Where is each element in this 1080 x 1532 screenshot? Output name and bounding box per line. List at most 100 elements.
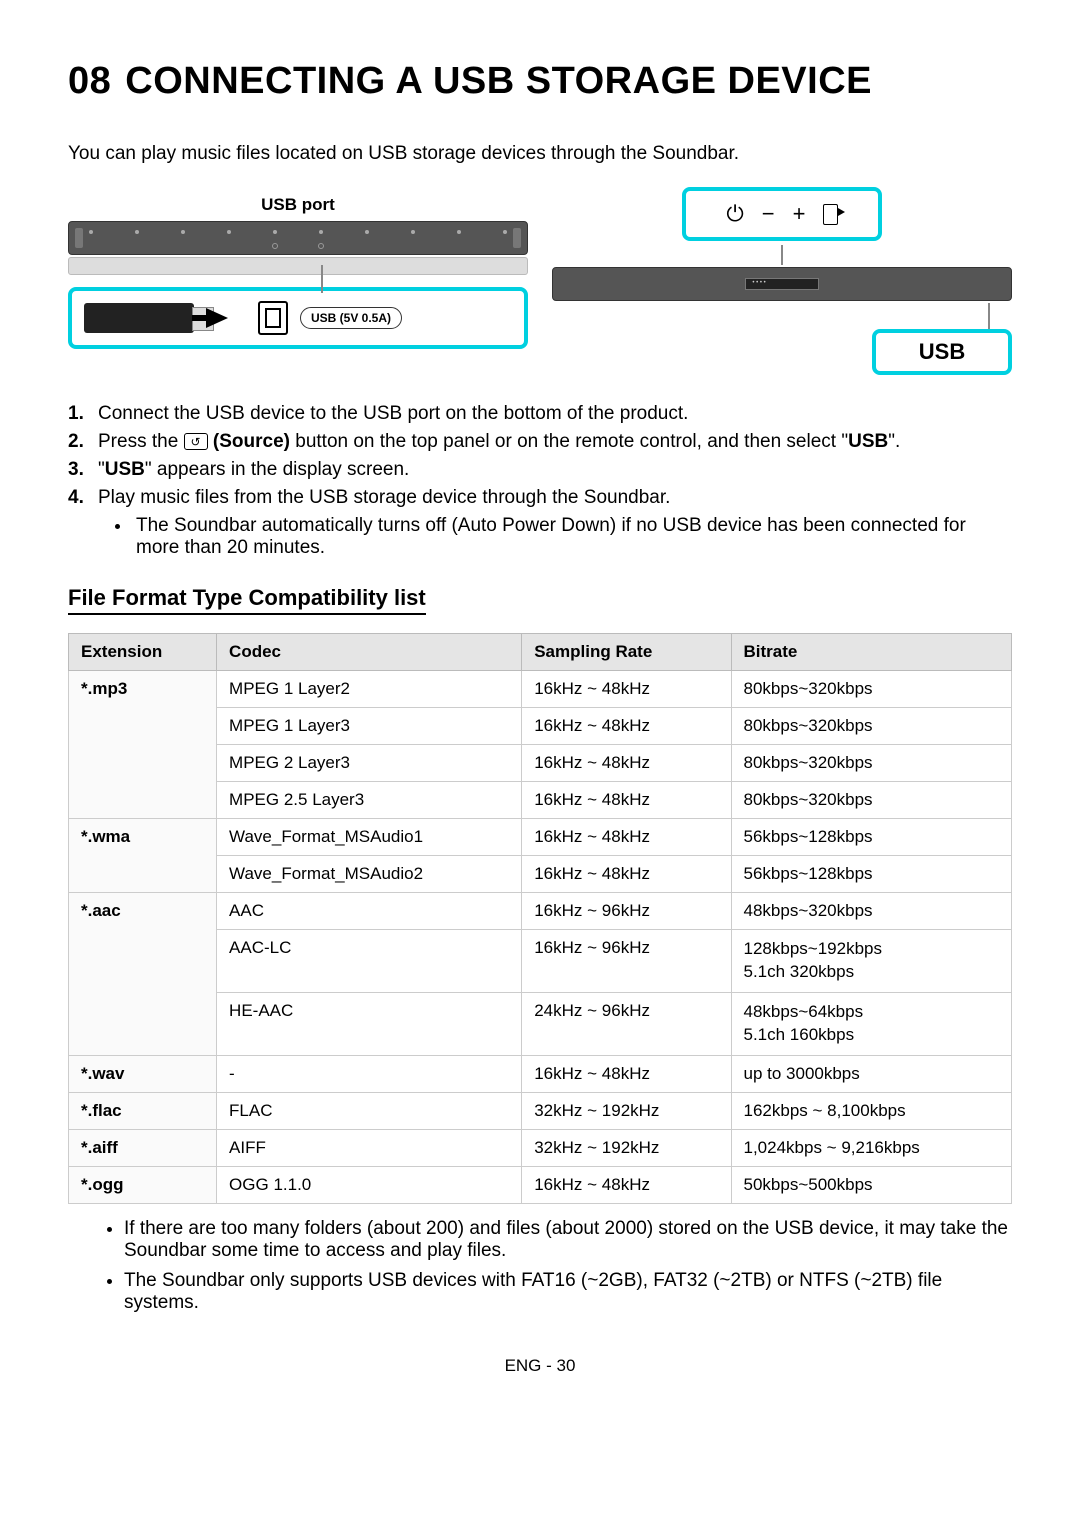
intro-text: You can play music files located on USB … — [68, 143, 1012, 165]
cell-sampling-rate: 16kHz ~ 48kHz — [522, 782, 731, 819]
step-number: 2. — [68, 431, 84, 453]
cell-codec: MPEG 2.5 Layer3 — [217, 782, 522, 819]
col-codec: Codec — [217, 634, 522, 671]
table-row: *.aiffAIFF32kHz ~ 192kHz1,024kbps ~ 9,21… — [69, 1129, 1012, 1166]
cell-codec: Wave_Format_MSAudio1 — [217, 819, 522, 856]
pointer-line-icon — [321, 265, 323, 293]
soundbar-front-icon: • • • • — [552, 267, 1012, 301]
table-row: *.mp3MPEG 1 Layer216kHz ~ 48kHz80kbps~32… — [69, 671, 1012, 708]
volume-plus-icon: + — [793, 201, 806, 227]
cell-bitrate: 80kbps~320kbps — [731, 782, 1012, 819]
cell-bitrate: 80kbps~320kbps — [731, 708, 1012, 745]
table-row: *.wmaWave_Format_MSAudio116kHz ~ 48kHz56… — [69, 819, 1012, 856]
cell-bitrate: 162kbps ~ 8,100kbps — [731, 1092, 1012, 1129]
usb-port-label: USB port — [68, 195, 528, 215]
chapter-number: 08 — [68, 60, 111, 102]
cell-codec: AAC — [217, 893, 522, 930]
source-button-icon — [823, 204, 837, 225]
cell-bitrate: 128kbps~192kbps5.1ch 320kbps — [731, 930, 1012, 993]
volume-minus-icon: − — [762, 201, 775, 227]
usb-port-badge: USB (5V 0.5A) — [300, 307, 402, 329]
cell-sampling-rate: 16kHz ~ 48kHz — [522, 819, 731, 856]
steps-list: 1. Connect the USB device to the USB por… — [94, 403, 1012, 559]
cell-codec: HE-AAC — [217, 992, 522, 1055]
cell-codec: MPEG 2 Layer3 — [217, 745, 522, 782]
chapter-title-text: CONNECTING A USB STORAGE DEVICE — [125, 60, 872, 102]
step-bold: (Source) — [213, 431, 290, 452]
col-sampling-rate: Sampling Rate — [522, 634, 731, 671]
note-item: The Soundbar only supports USB devices w… — [124, 1270, 1012, 1314]
col-extension: Extension — [69, 634, 217, 671]
page-footer: ENG - 30 — [68, 1356, 1012, 1376]
cell-extension: *.wav — [69, 1055, 217, 1092]
cell-bitrate: 80kbps~320kbps — [731, 745, 1012, 782]
step-text: Press the — [98, 431, 184, 452]
cell-bitrate: 56kbps~128kbps — [731, 856, 1012, 893]
cell-sampling-rate: 16kHz ~ 48kHz — [522, 856, 731, 893]
step-bold: USB — [105, 459, 145, 480]
notes-list: If there are too many folders (about 200… — [124, 1218, 1012, 1314]
table-row: *.aacAAC16kHz ~ 96kHz48kbps~320kbps — [69, 893, 1012, 930]
pointer-line-icon — [988, 303, 990, 329]
step-number: 4. — [68, 487, 84, 509]
table-row: *.flacFLAC32kHz ~ 192kHz162kbps ~ 8,100k… — [69, 1092, 1012, 1129]
cell-bitrate: 1,024kbps ~ 9,216kbps — [731, 1129, 1012, 1166]
diagram-right: ⏻ − + • • • • USB — [552, 187, 1012, 375]
step-4: 4. Play music files from the USB storage… — [94, 487, 1012, 559]
col-bitrate: Bitrate — [731, 634, 1012, 671]
step-number: 1. — [68, 403, 84, 425]
cell-codec: AAC-LC — [217, 930, 522, 993]
usb-port-icon — [258, 301, 288, 335]
compatibility-heading: File Format Type Compatibility list — [68, 585, 426, 615]
cell-codec: MPEG 1 Layer3 — [217, 708, 522, 745]
step-number: 3. — [68, 459, 84, 481]
cell-sampling-rate: 16kHz ~ 48kHz — [522, 745, 731, 782]
cell-sampling-rate: 24kHz ~ 96kHz — [522, 992, 731, 1055]
step-1: 1. Connect the USB device to the USB por… — [94, 403, 1012, 425]
arrow-right-icon — [206, 308, 228, 328]
table-header-row: Extension Codec Sampling Rate Bitrate — [69, 634, 1012, 671]
cell-sampling-rate: 16kHz ~ 48kHz — [522, 1055, 731, 1092]
soundbar-top-icon — [68, 221, 528, 255]
cell-sampling-rate: 16kHz ~ 96kHz — [522, 930, 731, 993]
chapter-title: 08 CONNECTING A USB STORAGE DEVICE — [68, 60, 1012, 103]
usb-stick-icon — [84, 303, 194, 333]
diagram-row: USB port USB (5V 0.5A) ⏻ − + — [68, 187, 1012, 375]
cell-sampling-rate: 16kHz ~ 96kHz — [522, 893, 731, 930]
compatibility-table: Extension Codec Sampling Rate Bitrate *.… — [68, 633, 1012, 1204]
cell-bitrate: 50kbps~500kbps — [731, 1166, 1012, 1203]
cell-bitrate: 56kbps~128kbps — [731, 819, 1012, 856]
cell-extension: *.aac — [69, 893, 217, 1056]
cell-extension: *.ogg — [69, 1166, 217, 1203]
cell-extension: *.wma — [69, 819, 217, 893]
cell-bitrate: 80kbps~320kbps — [731, 671, 1012, 708]
step-text: ". — [888, 431, 900, 452]
step-text: Connect the USB device to the USB port o… — [98, 403, 688, 424]
cell-bitrate: 48kbps~320kbps — [731, 893, 1012, 930]
step-text: Play music files from the USB storage de… — [98, 487, 670, 508]
cell-extension: *.mp3 — [69, 671, 217, 819]
cell-codec: AIFF — [217, 1129, 522, 1166]
step-text: " — [98, 459, 105, 480]
source-button-icon — [184, 433, 208, 450]
step-2: 2. Press the (Source) button on the top … — [94, 431, 1012, 453]
power-icon: ⏻ — [726, 201, 743, 227]
table-row: *.oggOGG 1.1.016kHz ~ 48kHz50kbps~500kbp… — [69, 1166, 1012, 1203]
diagram-left: USB port USB (5V 0.5A) — [68, 187, 528, 375]
cell-codec: Wave_Format_MSAudio2 — [217, 856, 522, 893]
cell-sampling-rate: 16kHz ~ 48kHz — [522, 708, 731, 745]
step-text: " appears in the display screen. — [145, 459, 409, 480]
usb-display-label: USB — [872, 329, 1012, 375]
usb-callout: USB (5V 0.5A) — [68, 287, 528, 349]
table-row: *.wav-16kHz ~ 48kHzup to 3000kbps — [69, 1055, 1012, 1092]
cell-bitrate: 48kbps~64kbps5.1ch 160kbps — [731, 992, 1012, 1055]
cell-codec: MPEG 1 Layer2 — [217, 671, 522, 708]
cell-codec: - — [217, 1055, 522, 1092]
cell-codec: OGG 1.1.0 — [217, 1166, 522, 1203]
cell-bitrate: up to 3000kbps — [731, 1055, 1012, 1092]
soundbar-bottom-icon — [68, 257, 528, 275]
top-panel-buttons: ⏻ − + — [682, 187, 882, 241]
cell-sampling-rate: 32kHz ~ 192kHz — [522, 1092, 731, 1129]
step-bold: USB — [848, 431, 888, 452]
cell-sampling-rate: 16kHz ~ 48kHz — [522, 671, 731, 708]
